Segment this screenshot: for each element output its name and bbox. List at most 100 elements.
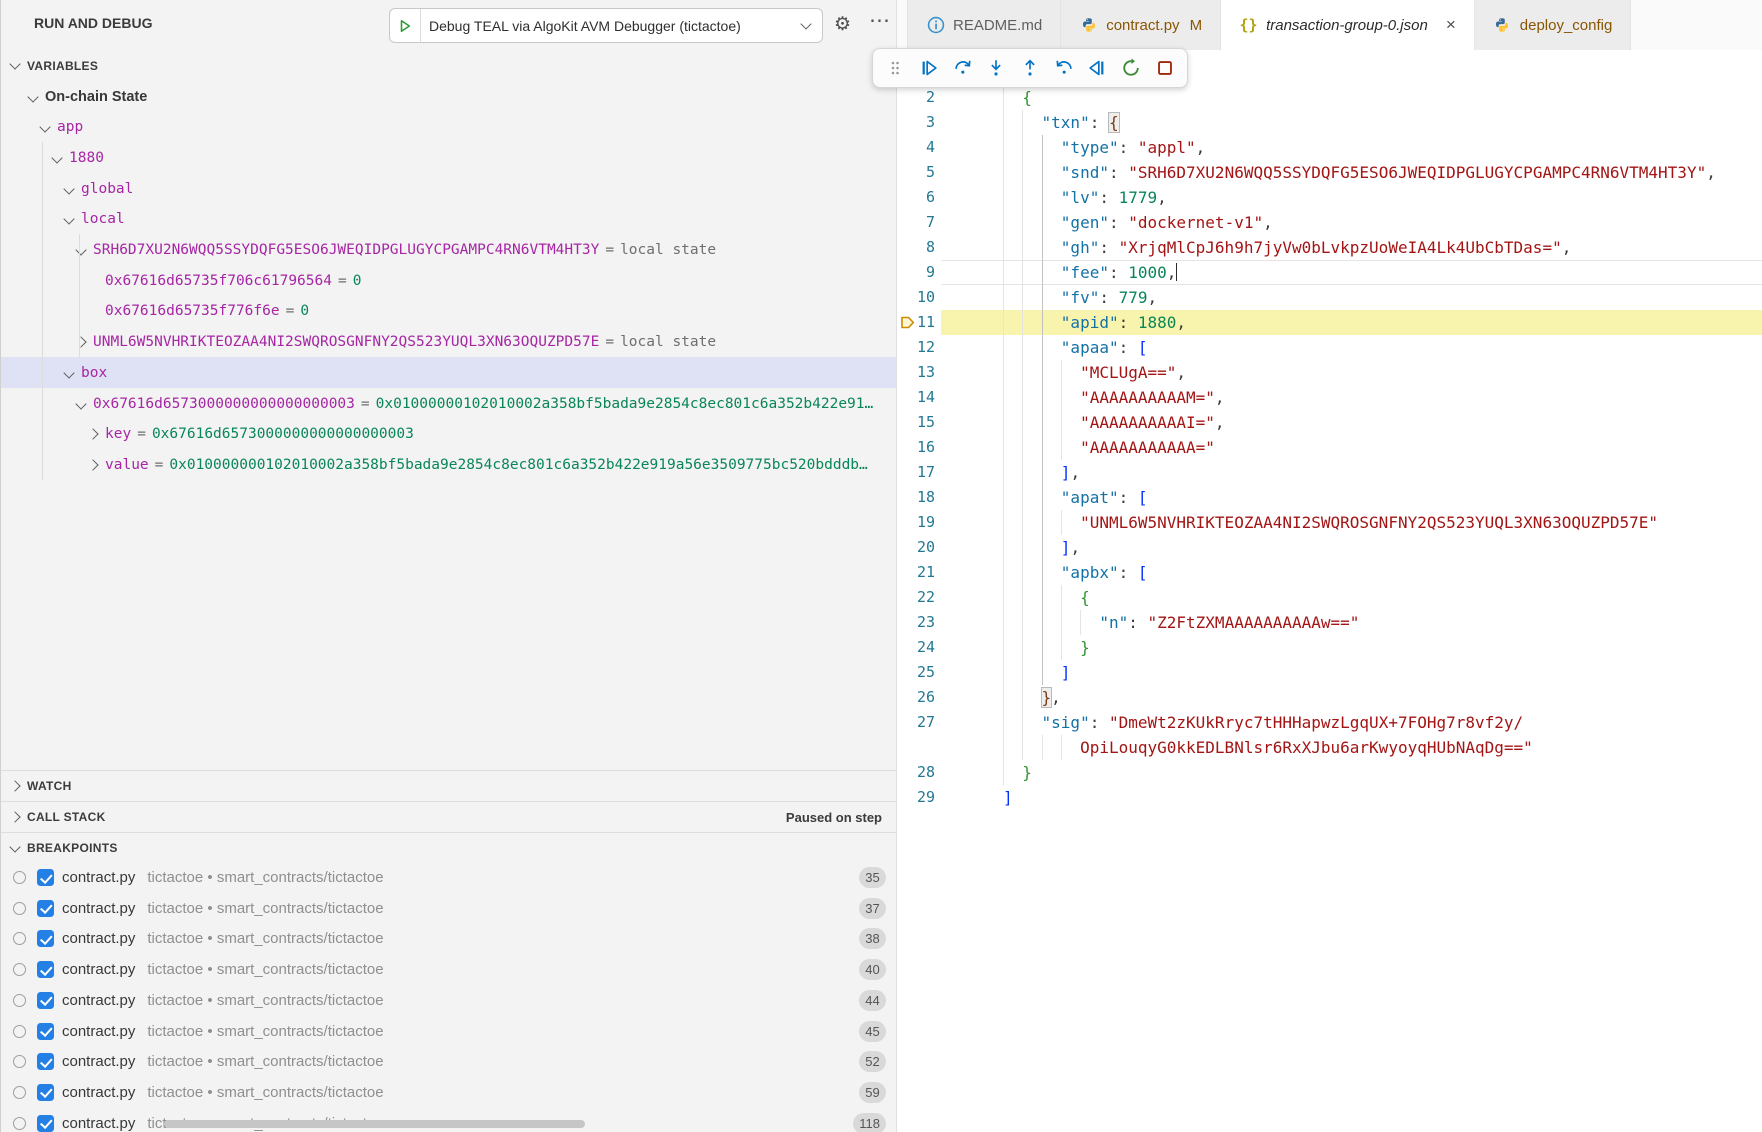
variable-row[interactable]: 0x67616d65735f706c61796564=0 xyxy=(1,265,897,296)
line-number[interactable]: 5 xyxy=(897,160,935,185)
chevron-down-icon[interactable] xyxy=(62,365,76,381)
breakpoint-checkbox[interactable] xyxy=(37,869,54,886)
scope-row[interactable]: On-chain State xyxy=(1,81,897,112)
line-number[interactable]: 24 xyxy=(897,635,935,660)
line-number[interactable]: 27 xyxy=(897,710,935,735)
variable-row[interactable]: box xyxy=(1,357,897,388)
chevron-down-icon[interactable] xyxy=(50,150,64,166)
line-number[interactable]: 3 xyxy=(897,110,935,135)
breakpoint-checkbox[interactable] xyxy=(37,930,54,947)
chevron-right-icon[interactable] xyxy=(86,426,100,442)
breakpoint-row[interactable]: contract.pytictactoe • smart_contracts/t… xyxy=(1,1016,896,1047)
line-number-badge: 35 xyxy=(859,867,886,888)
variable-row[interactable]: key=0x67616d6573000000000000000003 xyxy=(1,419,897,450)
tab-transaction-group-0.json[interactable]: {}transaction-group-0.json× xyxy=(1221,0,1475,50)
line-number[interactable]: 21 xyxy=(897,560,935,585)
continue-button[interactable] xyxy=(916,54,943,83)
line-number[interactable]: 23 xyxy=(897,610,935,635)
watch-section-header[interactable]: WATCH xyxy=(1,770,896,801)
more-actions-icon[interactable]: ⋯ xyxy=(869,8,891,33)
line-number[interactable]: 19 xyxy=(897,510,935,535)
stop-button[interactable] xyxy=(1151,54,1178,83)
breakpoint-row[interactable]: contract.pytictactoe • smart_contracts/t… xyxy=(1,1046,896,1077)
line-number[interactable]: 20 xyxy=(897,535,935,560)
breakpoint-row[interactable]: contract.pytictactoe • smart_contracts/t… xyxy=(1,985,896,1016)
step-into-button[interactable] xyxy=(983,54,1010,83)
breakpoint-row[interactable]: contract.pytictactoe • smart_contracts/t… xyxy=(1,893,896,924)
line-number[interactable]: 14 xyxy=(897,385,935,410)
variable-row[interactable]: global xyxy=(1,173,897,204)
line-number[interactable]: 10 xyxy=(897,285,935,310)
debug-config-dropdown[interactable]: Debug TEAL via AlgoKit AVM Debugger (tic… xyxy=(389,8,823,43)
variable-row[interactable]: app xyxy=(1,112,897,143)
token-pun: , xyxy=(1215,413,1225,432)
line-number[interactable]: 17 xyxy=(897,460,935,485)
tab-README.md[interactable]: README.md xyxy=(907,0,1061,50)
code-editor[interactable]: 1[2{3"txn": {4"type": "appl",5"snd": "SR… xyxy=(897,50,1762,1132)
chevron-right-icon[interactable] xyxy=(86,457,100,473)
chevron-down-icon[interactable] xyxy=(62,181,76,197)
line-number[interactable]: 16 xyxy=(897,435,935,460)
breakpoint-checkbox[interactable] xyxy=(37,900,54,917)
chevron-right-icon[interactable] xyxy=(74,334,88,350)
line-number[interactable]: 2 xyxy=(897,85,935,110)
token-pun: : xyxy=(1099,188,1118,207)
variables-section-header[interactable]: VARIABLES xyxy=(1,50,896,81)
breakpoint-row[interactable]: contract.pytictactoe • smart_contracts/t… xyxy=(1,862,896,893)
variable-row[interactable]: local xyxy=(1,204,897,235)
variable-row[interactable]: 1880 xyxy=(1,142,897,173)
indent-guide xyxy=(1042,360,1043,385)
line-number[interactable]: 8 xyxy=(897,235,935,260)
breakpoints-section-header[interactable]: BREAKPOINTS xyxy=(1,832,896,863)
line-number[interactable]: 25 xyxy=(897,660,935,685)
breakpoint-checkbox[interactable] xyxy=(37,1084,54,1101)
breakpoint-checkbox[interactable] xyxy=(37,1053,54,1070)
breakpoint-row[interactable]: contract.pytictactoe • smart_contracts/t… xyxy=(1,954,896,985)
line-number[interactable]: 4 xyxy=(897,135,935,160)
variable-name: local xyxy=(81,211,125,227)
indent-guide xyxy=(1022,410,1023,435)
restart-button[interactable] xyxy=(1118,54,1145,83)
chevron-down-icon[interactable] xyxy=(62,211,76,227)
line-number[interactable]: 22 xyxy=(897,585,935,610)
line-number[interactable]: 6 xyxy=(897,185,935,210)
variable-row[interactable]: UNML6W5NVHRIKTEOZAA4NI2SWQROSGNFNY2QS523… xyxy=(1,327,897,358)
indent-guide xyxy=(1022,510,1023,535)
chevron-down-icon[interactable] xyxy=(74,396,88,412)
close-icon[interactable]: × xyxy=(1446,15,1456,35)
token-pun: , xyxy=(1070,538,1080,557)
start-debug-icon[interactable] xyxy=(390,9,421,42)
step-over-button[interactable] xyxy=(949,54,976,83)
gear-icon[interactable]: ⚙ xyxy=(834,13,851,36)
line-number[interactable]: 7 xyxy=(897,210,935,235)
variable-name: 1880 xyxy=(69,150,104,166)
reverse-continue-button[interactable] xyxy=(1084,54,1111,83)
line-number[interactable]: 13 xyxy=(897,360,935,385)
breakpoint-checkbox[interactable] xyxy=(37,992,54,1009)
tab-contract.py[interactable]: contract.pyM xyxy=(1061,0,1221,50)
line-number[interactable]: 28 xyxy=(897,760,935,785)
variable-row[interactable]: 0x67616d65735f776f6e=0 xyxy=(1,296,897,327)
breakpoint-checkbox[interactable] xyxy=(37,1023,54,1040)
line-number[interactable]: 15 xyxy=(897,410,935,435)
breakpoint-checkbox[interactable] xyxy=(37,961,54,978)
step-back-button[interactable] xyxy=(1050,54,1077,83)
variable-row[interactable]: value=0x010000000102010002a358bf5bada9e2… xyxy=(1,449,897,480)
line-number[interactable]: 26 xyxy=(897,685,935,710)
chevron-down-icon[interactable] xyxy=(38,119,52,135)
horizontal-scrollbar[interactable] xyxy=(164,1120,585,1128)
tab-deploy_config[interactable]: deploy_config xyxy=(1475,0,1632,50)
line-number[interactable]: 9 xyxy=(897,260,935,285)
line-number[interactable]: 29 xyxy=(897,785,935,810)
chevron-down-icon[interactable] xyxy=(74,242,88,258)
variable-row[interactable]: SRH6D7XU2N6WQQ5SSYDQFG5ESO6JWEQIDPGLUGYC… xyxy=(1,235,897,266)
breakpoint-row[interactable]: contract.pytictactoe • smart_contracts/t… xyxy=(1,1077,896,1108)
line-number[interactable]: 18 xyxy=(897,485,935,510)
token-str: "dockernet-v1" xyxy=(1128,213,1263,232)
breakpoint-row[interactable]: contract.pytictactoe • smart_contracts/t… xyxy=(1,923,896,954)
variable-row[interactable]: 0x67616d6573000000000000000003=0x0100000… xyxy=(1,388,897,419)
call-stack-section-header[interactable]: CALL STACK Paused on step xyxy=(1,801,896,832)
step-out-button[interactable] xyxy=(1017,54,1044,83)
chevron-down-icon[interactable] xyxy=(26,89,40,105)
breakpoint-checkbox[interactable] xyxy=(37,1115,54,1132)
